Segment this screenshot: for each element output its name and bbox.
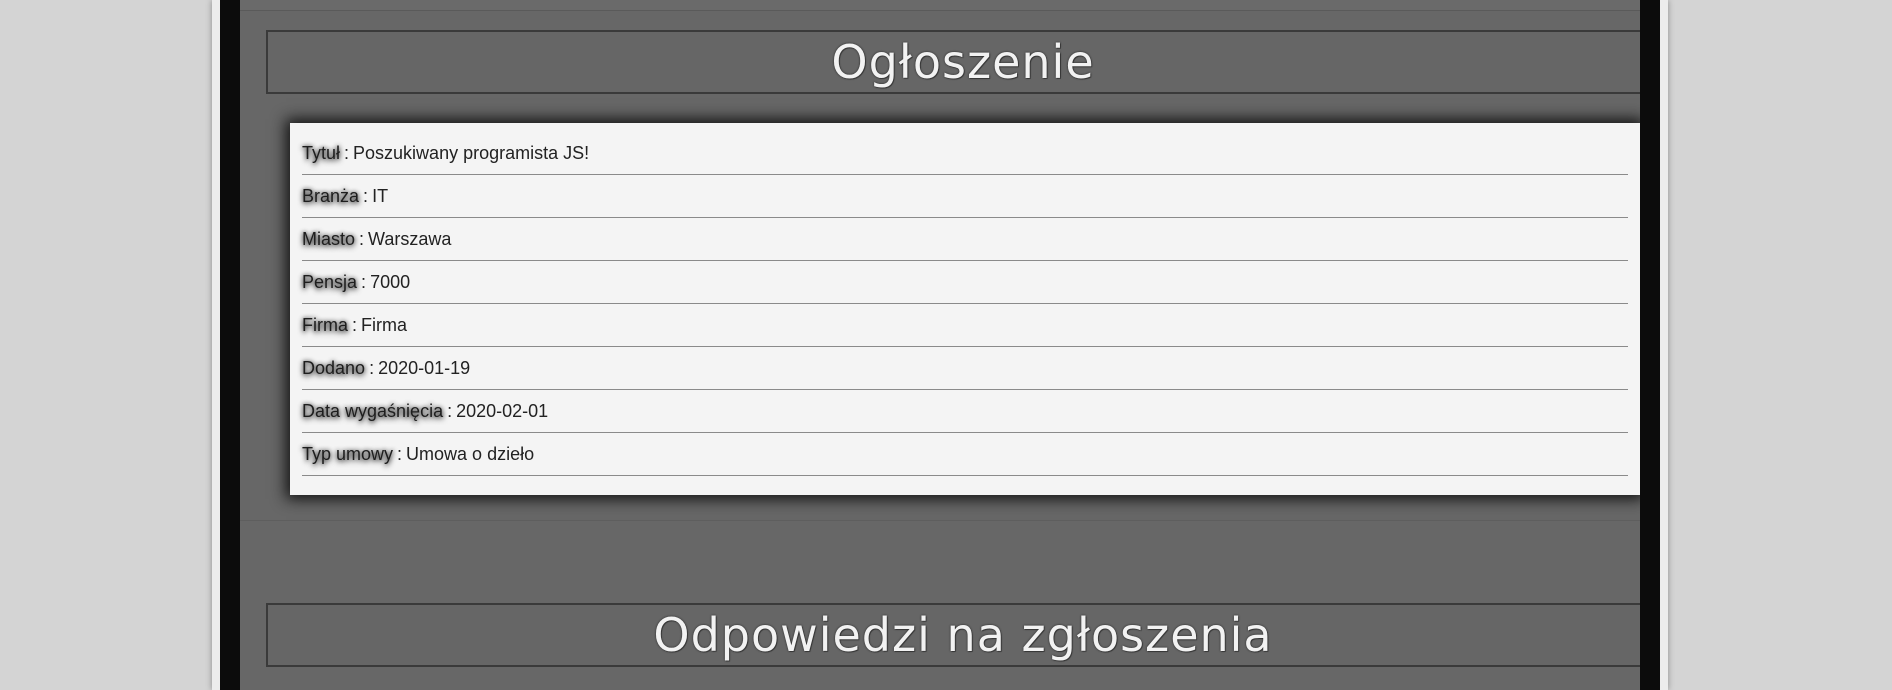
- detail-label: Tytuł: [302, 143, 341, 163]
- detail-label: Typ umowy: [302, 444, 394, 464]
- detail-label: Dodano: [302, 358, 366, 378]
- detail-value: Poszukiwany programista JS!: [353, 143, 590, 163]
- detail-separator: :: [361, 272, 367, 292]
- page-inner: Ogłoszenie Tytuł : Poszukiwany programis…: [220, 0, 1660, 690]
- ad-section-header: Ogłoszenie: [266, 30, 1640, 94]
- detail-value: 2020-02-01: [456, 401, 549, 421]
- top-divider: [240, 0, 1640, 11]
- detail-value: IT: [372, 186, 389, 206]
- detail-value: Warszawa: [368, 229, 452, 249]
- ad-section-title: Ogłoszenie: [831, 35, 1095, 89]
- responses-section-header: Odpowiedzi na zgłoszenia: [266, 603, 1640, 667]
- detail-row-title: Tytuł : Poszukiwany programista JS!: [302, 133, 1628, 175]
- detail-row-salary: Pensja : 7000: [302, 262, 1628, 304]
- detail-value: 7000: [370, 272, 411, 292]
- detail-row-expiry: Data wygaśnięcia : 2020-02-01: [302, 391, 1628, 433]
- ad-details-card: Tytuł : Poszukiwany programista JS! Bran…: [290, 123, 1640, 495]
- detail-separator: :: [397, 444, 403, 464]
- detail-label: Miasto: [302, 229, 356, 249]
- detail-row-added: Dodano : 2020-01-19: [302, 348, 1628, 390]
- detail-value: Firma: [361, 315, 408, 335]
- detail-value: Umowa o dzieło: [406, 444, 535, 464]
- page-frame: Ogłoszenie Tytuł : Poszukiwany programis…: [212, 0, 1668, 690]
- detail-label: Pensja: [302, 272, 358, 292]
- detail-label: Data wygaśnięcia: [302, 401, 444, 421]
- detail-label: Firma: [302, 315, 348, 335]
- detail-separator: :: [344, 143, 350, 163]
- detail-row-city: Miasto : Warszawa: [302, 219, 1628, 261]
- responses-section-title: Odpowiedzi na zgłoszenia: [653, 608, 1273, 662]
- detail-label: Branża: [302, 186, 360, 206]
- main-content: Ogłoszenie Tytuł : Poszukiwany programis…: [240, 0, 1640, 690]
- detail-value: 2020-01-19: [378, 358, 471, 378]
- detail-row-company: Firma : Firma: [302, 305, 1628, 347]
- section-divider: [240, 520, 1640, 521]
- detail-separator: :: [363, 186, 369, 206]
- detail-separator: :: [352, 315, 358, 335]
- detail-separator: :: [447, 401, 453, 421]
- detail-separator: :: [359, 229, 365, 249]
- detail-row-contract: Typ umowy : Umowa o dzieło: [302, 434, 1628, 476]
- detail-separator: :: [369, 358, 375, 378]
- detail-row-industry: Branża : IT: [302, 176, 1628, 218]
